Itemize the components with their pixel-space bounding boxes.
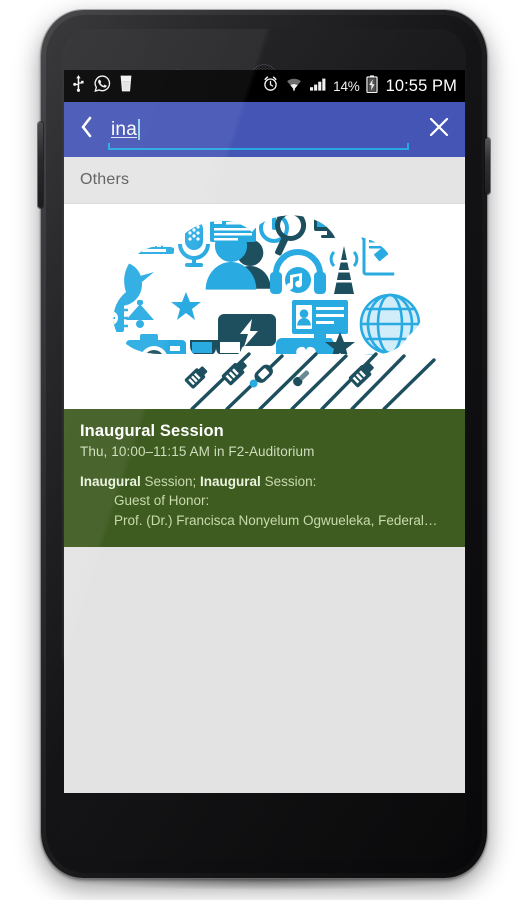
description-text: Session; [140, 474, 201, 489]
search-input-underline [108, 143, 409, 150]
whatsapp-icon [94, 75, 111, 97]
session-description-line: Guest of Honor: [80, 491, 449, 510]
battery-charging-icon [365, 74, 378, 98]
wifi-icon [285, 75, 303, 97]
battery-percent-label: 14% [333, 78, 360, 94]
usb-icon [72, 75, 85, 97]
empty-list-area [64, 547, 465, 784]
cell-signal-icon [309, 75, 327, 97]
search-results-list[interactable]: Others Inaugural Session Thu, 10:00–11:1… [64, 157, 465, 793]
search-input[interactable]: ina [108, 102, 413, 157]
status-bar-left-icons [72, 75, 132, 97]
alarm-clock-icon [262, 75, 279, 97]
volume-button[interactable] [38, 122, 43, 208]
session-description-line: Prof. (Dr.) Francisca Nonyelum Ogwueleka… [80, 511, 449, 530]
session-card-body: Inaugural Session Thu, 10:00–11:15 AM in… [64, 409, 465, 548]
search-input-value: ina [111, 118, 137, 140]
drinking-glass-icon [120, 75, 132, 97]
clear-search-button[interactable] [413, 102, 465, 157]
close-x-icon [426, 114, 452, 145]
section-header-label: Others [80, 171, 130, 188]
search-match-highlight: Inaugural [80, 474, 141, 489]
status-bar: 14% 10:55 PM [64, 70, 465, 102]
phone-screen: 14% 10:55 PM ina Others Inaugural Sessio… [64, 70, 465, 793]
text-caret [137, 119, 140, 140]
session-title: Inaugural Session [80, 422, 224, 440]
back-button[interactable] [64, 102, 108, 157]
section-header-others: Others [64, 157, 465, 204]
search-match-highlight: Inaugural [200, 474, 261, 489]
search-result-card[interactable]: Inaugural Session Thu, 10:00–11:15 AM in… [64, 204, 465, 548]
session-time-location: Thu, 10:00–11:15 AM in F2-Auditorium [80, 444, 315, 459]
search-app-bar: ina [64, 102, 465, 157]
session-description: Inaugural Session; Inaugural Session: Gue… [80, 472, 449, 530]
power-button[interactable] [485, 138, 490, 194]
description-text: Guest of Honor: [114, 493, 210, 509]
description-text: Prof. (Dr.) Francisca Nonyelum Ogwueleka… [114, 512, 438, 528]
status-bar-right-icons: 14% 10:55 PM [262, 74, 457, 98]
session-description-line: Inaugural Session; Inaugural Session: [80, 472, 449, 491]
status-bar-clock: 10:55 PM [385, 76, 457, 95]
chevron-left-icon [79, 115, 94, 144]
session-banner-image [64, 204, 465, 409]
description-text: Session: [260, 474, 317, 489]
